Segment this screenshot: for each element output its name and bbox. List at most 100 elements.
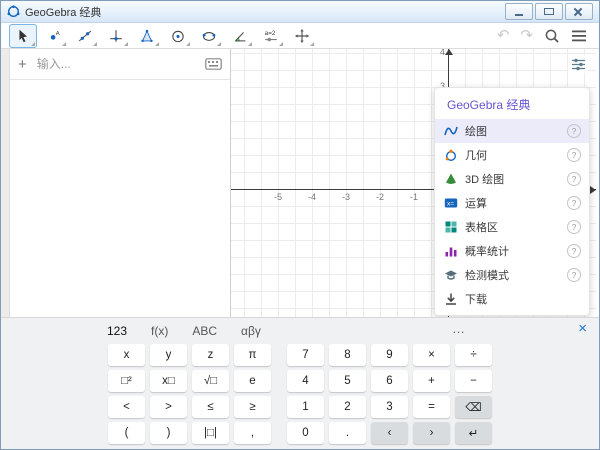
slider-icon: a=2: [263, 28, 279, 44]
key-×[interactable]: ×: [413, 344, 450, 366]
maximize-button[interactable]: [535, 3, 563, 20]
menu-item-label: 运算: [465, 195, 487, 211]
help-icon[interactable]: ?: [567, 244, 581, 258]
menu-item-spreadsheet[interactable]: 表格区 ?: [435, 215, 589, 239]
tool-slider[interactable]: a=2: [257, 24, 285, 48]
tool-angle[interactable]: [226, 24, 254, 48]
tool-move-graphics-view[interactable]: [288, 24, 316, 48]
key-=[interactable]: =: [413, 396, 450, 418]
keyboard-tab-fx[interactable]: f(x): [151, 324, 168, 338]
key-|□|[interactable]: |□|: [192, 422, 229, 444]
virtual-keyboard-toggle-icon[interactable]: [205, 58, 222, 70]
x-tick-label: -5: [269, 192, 287, 202]
key-x□[interactable]: x□: [150, 370, 187, 392]
undo-icon[interactable]: ↶: [497, 28, 510, 43]
key-≥[interactable]: ≥: [234, 396, 271, 418]
window-title: GeoGebra 经典: [25, 4, 101, 20]
help-icon[interactable]: ?: [567, 172, 581, 186]
main-area: + -5-4-3-2-14321-1-2-30 GeoGebra 经典: [1, 49, 599, 317]
key-4[interactable]: 4: [287, 370, 324, 392]
key-)[interactable]: ): [150, 422, 187, 444]
tool-circle-with-center[interactable]: [164, 24, 192, 48]
key-z[interactable]: z: [192, 344, 229, 366]
hamburger-menu-icon[interactable]: [571, 29, 587, 43]
conic-icon: [201, 28, 217, 44]
keyboard-close-icon[interactable]: ×: [578, 321, 587, 336]
add-expression-button[interactable]: +: [18, 57, 27, 72]
keyboard-more-icon[interactable]: …: [452, 321, 467, 336]
key-([interactable]: (: [108, 422, 145, 444]
key-0[interactable]: 0: [287, 422, 324, 444]
key-7[interactable]: 7: [287, 344, 324, 366]
key-5[interactable]: 5: [329, 370, 366, 392]
help-icon[interactable]: ?: [567, 268, 581, 282]
menu-item-label: 下载: [465, 291, 487, 307]
keyboard-tab-abc[interactable]: ABC: [192, 324, 217, 338]
key-,[interactable]: ,: [234, 422, 271, 444]
tool-point[interactable]: A: [40, 24, 68, 48]
tool-line[interactable]: [71, 24, 99, 48]
key-3[interactable]: 3: [371, 396, 408, 418]
menu-item-3d-graphing[interactable]: 3D 绘图 ?: [435, 167, 589, 191]
help-icon[interactable]: ?: [567, 196, 581, 210]
key-e[interactable]: e: [234, 370, 271, 392]
help-icon[interactable]: ?: [567, 124, 581, 138]
menu-item-download[interactable]: 下载: [435, 287, 589, 311]
tool-polygon[interactable]: [133, 24, 161, 48]
key-π[interactable]: π: [234, 344, 271, 366]
tool-conic[interactable]: [195, 24, 223, 48]
key-›[interactable]: ›: [413, 422, 450, 444]
menu-item-exam-mode[interactable]: 检测模式 ?: [435, 263, 589, 287]
key-1[interactable]: 1: [287, 396, 324, 418]
menu-item-geometry[interactable]: 几何 ?: [435, 143, 589, 167]
key-⌫[interactable]: ⌫: [455, 396, 492, 418]
keyboard-tabs: 123 f(x) ABC αβγ … ×: [1, 318, 599, 343]
y-axis-arrow: [445, 49, 453, 55]
menu-item-probability[interactable]: 概率统计 ?: [435, 239, 589, 263]
key-2[interactable]: 2: [329, 396, 366, 418]
key-+[interactable]: +: [413, 370, 450, 392]
app-icon: [7, 5, 20, 18]
key-≤[interactable]: ≤: [192, 396, 229, 418]
point-icon: A: [46, 28, 62, 44]
key-9[interactable]: 9: [371, 344, 408, 366]
help-icon[interactable]: ?: [567, 148, 581, 162]
tool-move[interactable]: [9, 24, 37, 48]
key-6[interactable]: 6: [371, 370, 408, 392]
redo-icon[interactable]: ↷: [520, 28, 533, 43]
key-‹[interactable]: ‹: [371, 422, 408, 444]
algebra-input-row: +: [10, 49, 230, 80]
minimize-button[interactable]: [505, 3, 533, 20]
spreadsheet-icon: [443, 220, 458, 235]
menu-item-graphing[interactable]: 绘图 ?: [435, 119, 589, 143]
key-.[interactable]: .: [329, 422, 366, 444]
left-gutter: [1, 49, 10, 317]
x-tick-label: -3: [337, 192, 355, 202]
key->[interactable]: >: [150, 396, 187, 418]
move-view-icon: [294, 28, 310, 44]
key-y[interactable]: y: [150, 344, 187, 366]
key-□²[interactable]: □²: [108, 370, 145, 392]
key-8[interactable]: 8: [329, 344, 366, 366]
key-↵[interactable]: ↵: [455, 422, 492, 444]
menu-item-label: 表格区: [465, 219, 498, 235]
keyboard-tab-123[interactable]: 123: [107, 324, 127, 338]
polygon-icon: [139, 28, 155, 44]
key-−[interactable]: −: [455, 370, 492, 392]
key-<[interactable]: <: [108, 396, 145, 418]
close-button[interactable]: [565, 3, 593, 20]
menu-item-cas[interactable]: x= 运算 ?: [435, 191, 589, 215]
key-÷[interactable]: ÷: [455, 344, 492, 366]
zoom-icon[interactable]: [544, 28, 560, 44]
graphics-view[interactable]: -5-4-3-2-14321-1-2-30 GeoGebra 经典 绘图 ? 几…: [231, 49, 596, 317]
keyboard-tab-greek[interactable]: αβγ: [241, 324, 261, 338]
graphing-icon: [443, 124, 458, 139]
graphics-style-bar-toggle[interactable]: [568, 55, 588, 73]
key-√□[interactable]: √□: [192, 370, 229, 392]
probability-icon: [443, 244, 458, 259]
tool-perpendicular-line[interactable]: [102, 24, 130, 48]
key-x[interactable]: x: [108, 344, 145, 366]
x-tick-label: -1: [405, 192, 423, 202]
help-icon[interactable]: ?: [567, 220, 581, 234]
algebra-input[interactable]: [35, 56, 197, 72]
